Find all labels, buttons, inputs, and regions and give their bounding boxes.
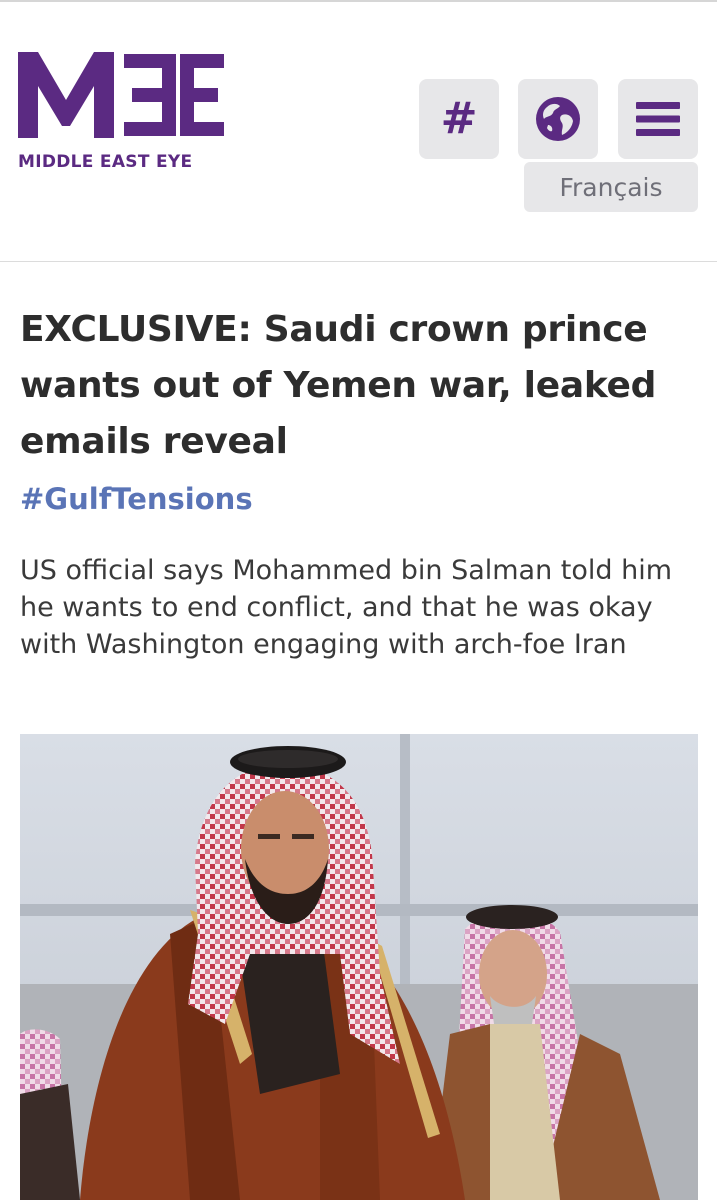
- mee-logo-icon: [18, 52, 224, 138]
- logo-wordmark: MIDDLE EAST EYE: [18, 152, 193, 172]
- hashtag-button[interactable]: #: [419, 79, 499, 159]
- language-switch-button[interactable]: Français: [524, 162, 698, 212]
- menu-button[interactable]: [618, 79, 698, 159]
- site-logo[interactable]: MIDDLE EAST EYE: [18, 52, 230, 182]
- article-photo[interactable]: [20, 734, 698, 1200]
- article-headline[interactable]: EXCLUSIVE: Saudi crown prince wants out …: [20, 302, 710, 470]
- globe-button[interactable]: [518, 79, 598, 159]
- article-photo-illustration: [20, 734, 698, 1200]
- hamburger-menu-icon: [636, 102, 680, 136]
- hashtag-icon: #: [440, 93, 478, 144]
- site-header: MIDDLE EAST EYE # Français: [0, 2, 717, 262]
- globe-icon: [536, 97, 580, 141]
- topic-tag-link[interactable]: #GulfTensions: [20, 482, 253, 516]
- article-standfirst: US official says Mohammed bin Salman tol…: [20, 555, 673, 660]
